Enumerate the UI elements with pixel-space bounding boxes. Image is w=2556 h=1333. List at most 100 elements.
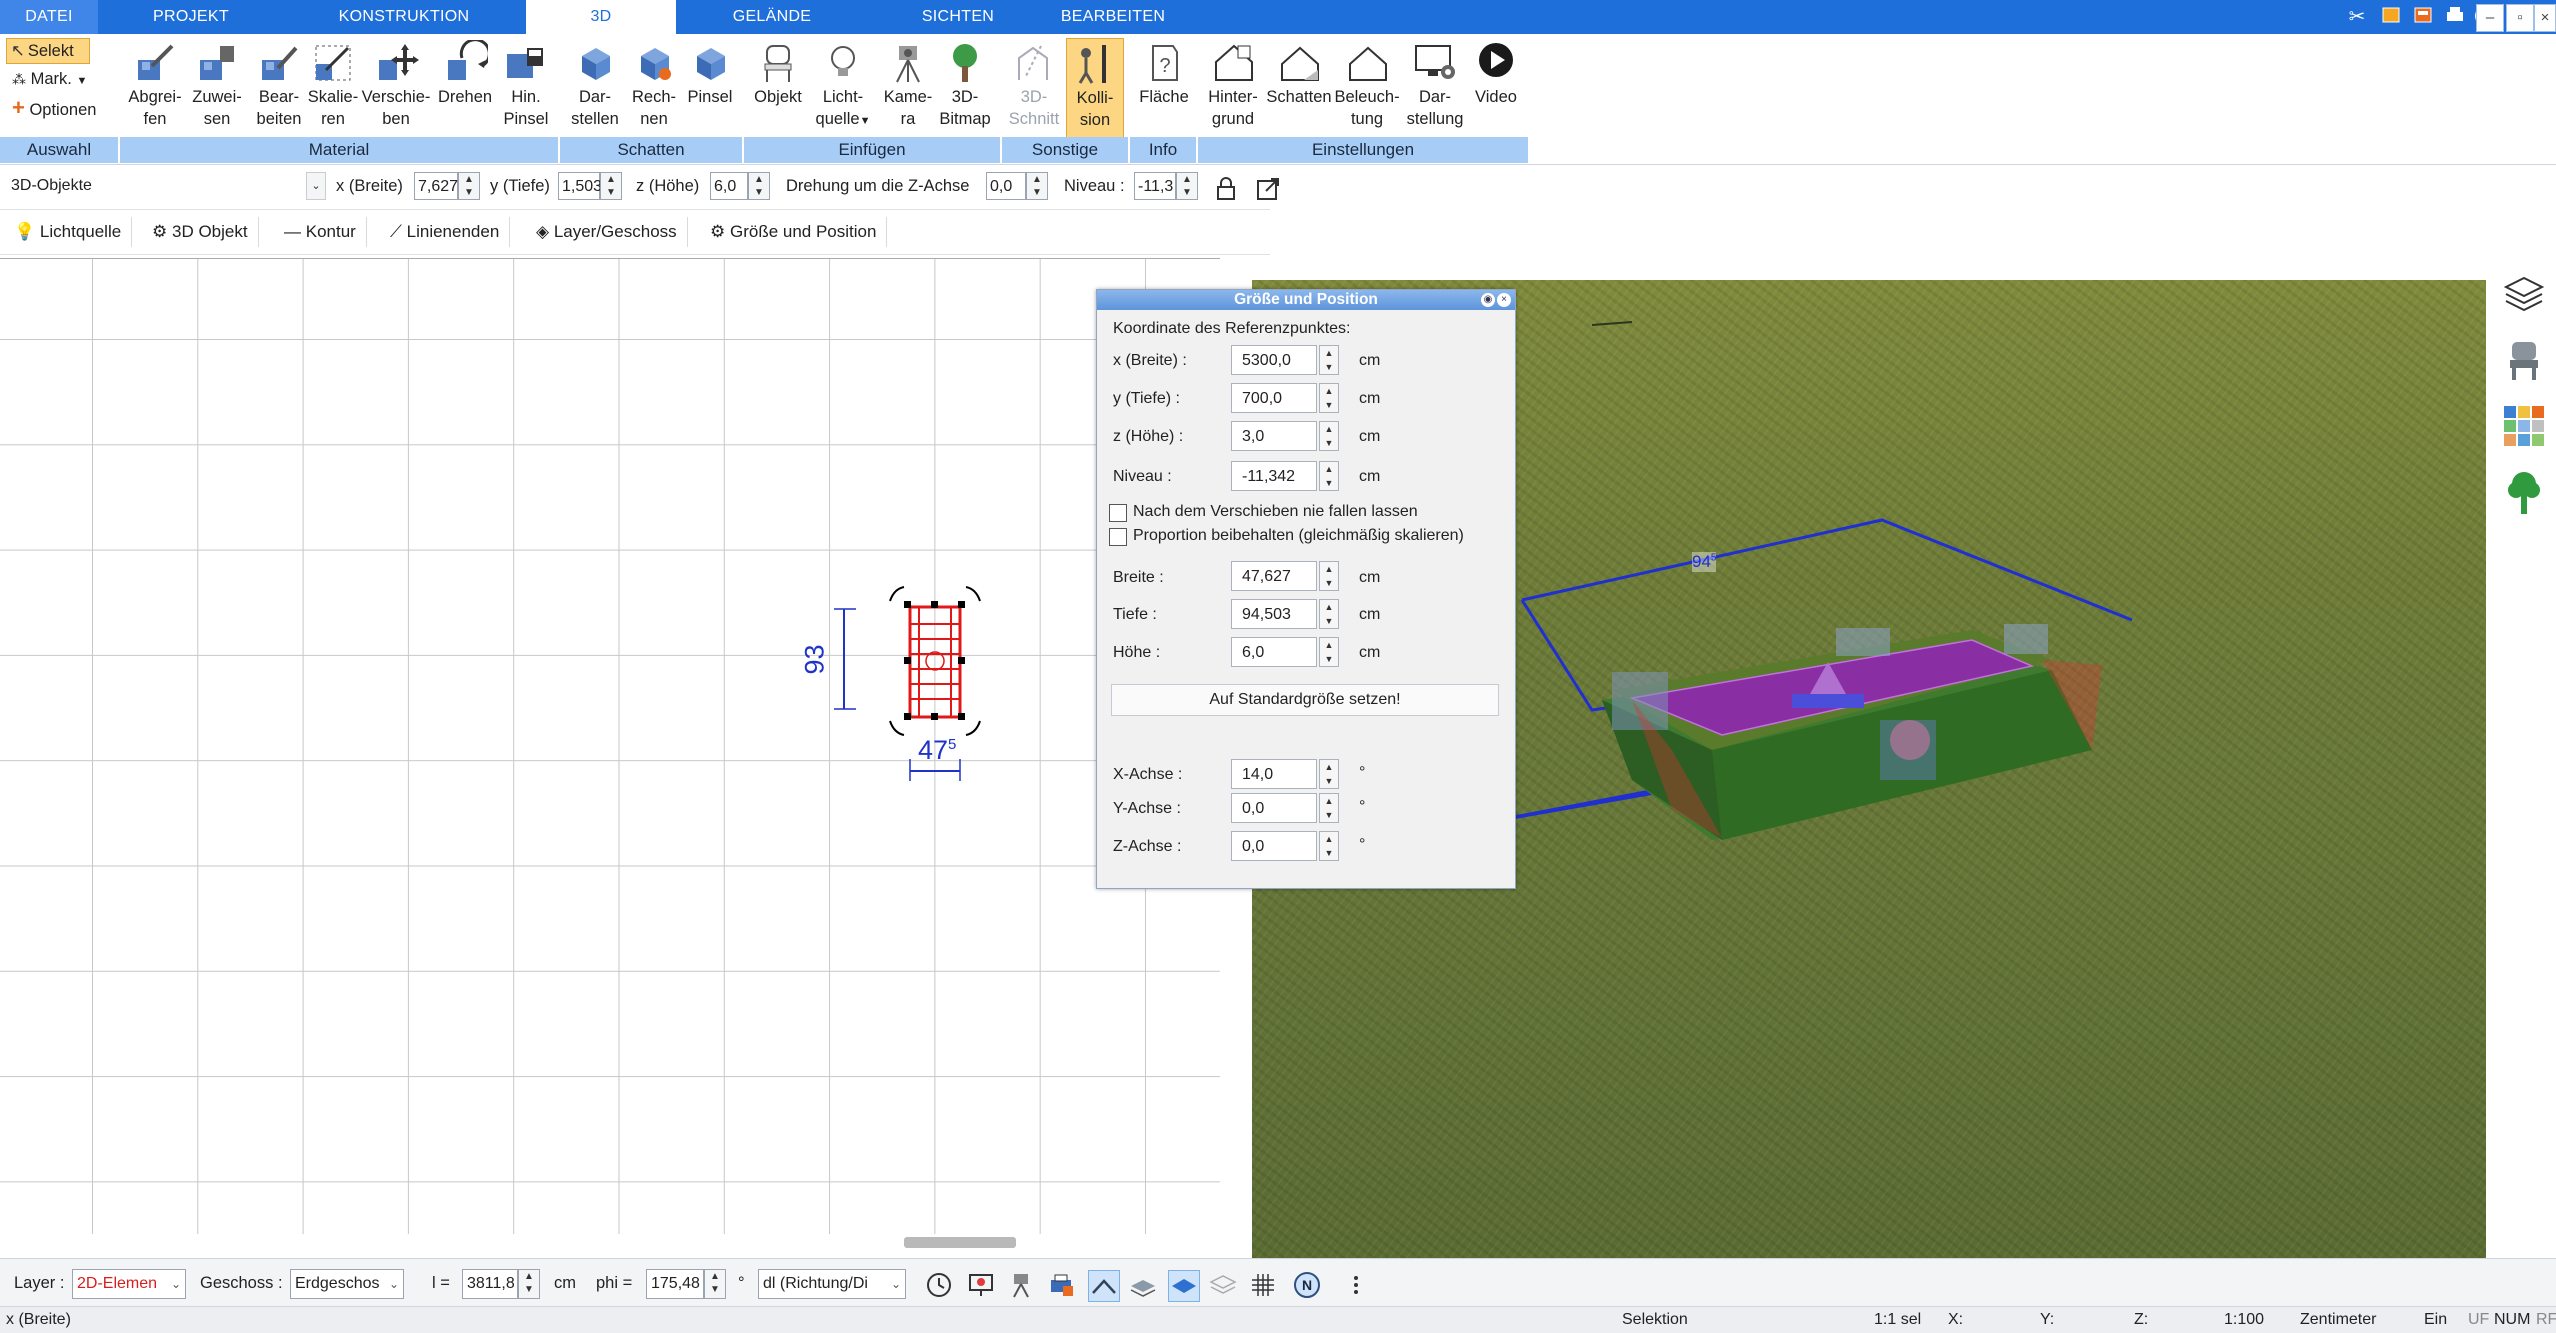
object-type-dropdown-icon[interactable]: ⌄ [306, 172, 326, 200]
z-hoehe-spinner[interactable]: ▲ ▼ [748, 172, 770, 200]
external-link-icon[interactable] [1254, 175, 1282, 203]
camera-icon[interactable] [1006, 1270, 1036, 1300]
presentation-icon[interactable] [966, 1270, 996, 1300]
hin-pinsel-button[interactable]: Hin. Pinsel [498, 38, 554, 138]
y-tiefe-spinner[interactable]: ▲ ▼ [600, 172, 622, 200]
tree-icon[interactable] [2504, 468, 2544, 516]
length-spinner[interactable]: ▲ ▼ [518, 1269, 540, 1299]
never-drop-checkbox[interactable] [1109, 504, 1127, 522]
tab-datei[interactable]: DATEI [0, 0, 98, 34]
clock-icon[interactable] [924, 1270, 954, 1300]
abgreifen-button[interactable]: Abgrei-fen [124, 38, 186, 138]
schnitt-3d-button[interactable]: 3D- Schnitt [1004, 38, 1064, 138]
video-button[interactable]: Video [1468, 38, 1524, 138]
x-axis-spinner[interactable]: ▲ ▼ [1319, 759, 1339, 789]
schatten-darstellen-button[interactable]: Dar-stellen [564, 38, 626, 138]
linienenden-tool[interactable]: ⟋ Linienenden [390, 217, 511, 247]
z-axis-spinner[interactable]: ▲ ▼ [1319, 831, 1339, 861]
chair-icon[interactable] [2504, 338, 2544, 382]
layers-icon[interactable] [2502, 272, 2546, 316]
more-options-icon[interactable] [1346, 1270, 1376, 1300]
coord-y-spinner[interactable]: ▲ ▼ [1319, 383, 1339, 413]
coord-z-input[interactable]: 3,0 [1231, 421, 1317, 451]
layers-flat-icon[interactable] [1128, 1270, 1158, 1300]
breite-input[interactable]: 47,627 [1231, 561, 1317, 591]
tiefe-spinner[interactable]: ▲ ▼ [1319, 599, 1339, 629]
y-axis-input[interactable]: 0,0 [1231, 793, 1317, 823]
coord-z-spinner[interactable]: ▲ ▼ [1319, 421, 1339, 451]
minimize-button[interactable]: – [2476, 4, 2504, 32]
zuweisen-button[interactable]: Zuwei-sen [186, 38, 248, 138]
kontur-tool[interactable]: — Kontur [284, 217, 367, 247]
selekt-button[interactable]: ↖ Selekt [6, 38, 90, 64]
roof-view-icon[interactable] [1088, 1270, 1120, 1302]
tab-3d[interactable]: 3D [526, 0, 676, 34]
x-breite-spinner[interactable]: ▲ ▼ [458, 172, 480, 200]
mark-button[interactable]: ⁂ Mark. ▼ [12, 70, 87, 89]
layer-select[interactable]: 2D-Elemen ⌄ [72, 1269, 186, 1299]
schatten-pinsel-button[interactable]: Pinsel [682, 38, 738, 138]
verschieben-button[interactable]: Verschie-ben [358, 38, 434, 138]
tab-konstruktion[interactable]: KONSTRUKTION [284, 0, 524, 34]
objekt-button[interactable]: Objekt [748, 38, 808, 138]
darstellung-button[interactable]: Dar-stellung [1402, 38, 1468, 138]
phi-input[interactable]: 175,48 [646, 1269, 704, 1299]
dialog-close-icon[interactable]: × [1497, 293, 1511, 307]
print-icon[interactable] [2442, 4, 2468, 30]
coord-x-input[interactable]: 5300,0 [1231, 345, 1317, 375]
plan-horizontal-scrollbar[interactable] [904, 1237, 1016, 1248]
print-preview-icon[interactable] [1046, 1270, 1076, 1300]
layout-icon[interactable] [2410, 4, 2436, 30]
niveau-spinner[interactable]: ▲ ▼ [1176, 172, 1198, 200]
rotation-z-spinner[interactable]: ▲ ▼ [1026, 172, 1048, 200]
breite-spinner[interactable]: ▲ ▼ [1319, 561, 1339, 591]
tools-icon[interactable]: ✂ [2344, 4, 2370, 30]
north-icon[interactable]: N [1292, 1270, 1322, 1300]
x-breite-input[interactable]: 7,627 [414, 172, 458, 200]
z-axis-input[interactable]: 0,0 [1231, 831, 1317, 861]
coord-x-spinner[interactable]: ▲ ▼ [1319, 345, 1339, 375]
tab-projekt[interactable]: PROJEKT [98, 0, 284, 34]
standard-size-button[interactable]: Auf Standardgröße setzen! [1111, 684, 1499, 716]
phi-spinner[interactable]: ▲ ▼ [704, 1269, 726, 1299]
x-axis-input[interactable]: 14,0 [1231, 759, 1317, 789]
hoehe-spinner[interactable]: ▲ ▼ [1319, 637, 1339, 667]
stack-icon[interactable] [1208, 1270, 1238, 1300]
tab-gelaende[interactable]: GELÄNDE [676, 0, 868, 34]
kollision-button[interactable]: Kolli-sion [1066, 38, 1124, 140]
length-input[interactable]: 3811,8 [462, 1269, 518, 1299]
flaeche-button[interactable]: ? Fläche [1132, 38, 1196, 138]
lichtquelle-tool[interactable]: 💡 Lichtquelle [14, 217, 133, 247]
restore-button[interactable]: ▫ [2506, 4, 2534, 32]
hoehe-input[interactable]: 6,0 [1231, 637, 1317, 667]
dialog-title[interactable]: Größe und Position [1097, 290, 1515, 310]
skalieren-button[interactable]: Skalie-ren [302, 38, 364, 138]
close-button[interactable]: × [2534, 4, 2556, 32]
kamera-button[interactable]: Kame-ra [878, 38, 938, 138]
tab-bearbeiten[interactable]: BEARBEITEN [1048, 0, 1178, 34]
y-axis-spinner[interactable]: ▲ ▼ [1319, 793, 1339, 823]
groesse-position-tool[interactable]: ⚙ Größe und Position [710, 217, 888, 247]
material-palette-icon[interactable] [2502, 404, 2546, 448]
direction-select[interactable]: dl (Richtung/Di ⌄ [758, 1269, 906, 1299]
optionen-button[interactable]: + Optionen [12, 97, 96, 120]
plan-2d-view[interactable]: 93 475 [0, 258, 1220, 1234]
niveau-input[interactable]: -11,342 [1231, 461, 1317, 491]
y-tiefe-input[interactable]: 1,503 [558, 172, 602, 200]
rotation-z-input[interactable]: 0,0 [986, 172, 1026, 200]
tab-sichten[interactable]: SICHTEN [868, 0, 1048, 34]
einst-schatten-button[interactable]: Schatten [1262, 38, 1336, 138]
schatten-rechnen-button[interactable]: Rech-nen [626, 38, 682, 138]
plane-view-icon[interactable] [1168, 1270, 1200, 1302]
niveau-input[interactable]: -11,3 [1134, 172, 1176, 200]
selected-object-2d[interactable] [889, 586, 981, 736]
coord-y-input[interactable]: 700,0 [1231, 383, 1317, 413]
lichtquelle-button[interactable]: Licht-quelle▼ [808, 38, 878, 138]
geschoss-select[interactable]: Erdgeschos ⌄ [290, 1269, 404, 1299]
objekt-3d-tool[interactable]: ⚙ 3D Objekt [152, 217, 259, 247]
lock-icon[interactable] [1212, 175, 1240, 203]
dialog-pin-icon[interactable]: ◉ [1481, 293, 1495, 307]
tiefe-input[interactable]: 94,503 [1231, 599, 1317, 629]
beleuchtung-button[interactable]: Beleuch-tung [1332, 38, 1402, 138]
bitmap-3d-button[interactable]: 3D- Bitmap [934, 38, 996, 138]
